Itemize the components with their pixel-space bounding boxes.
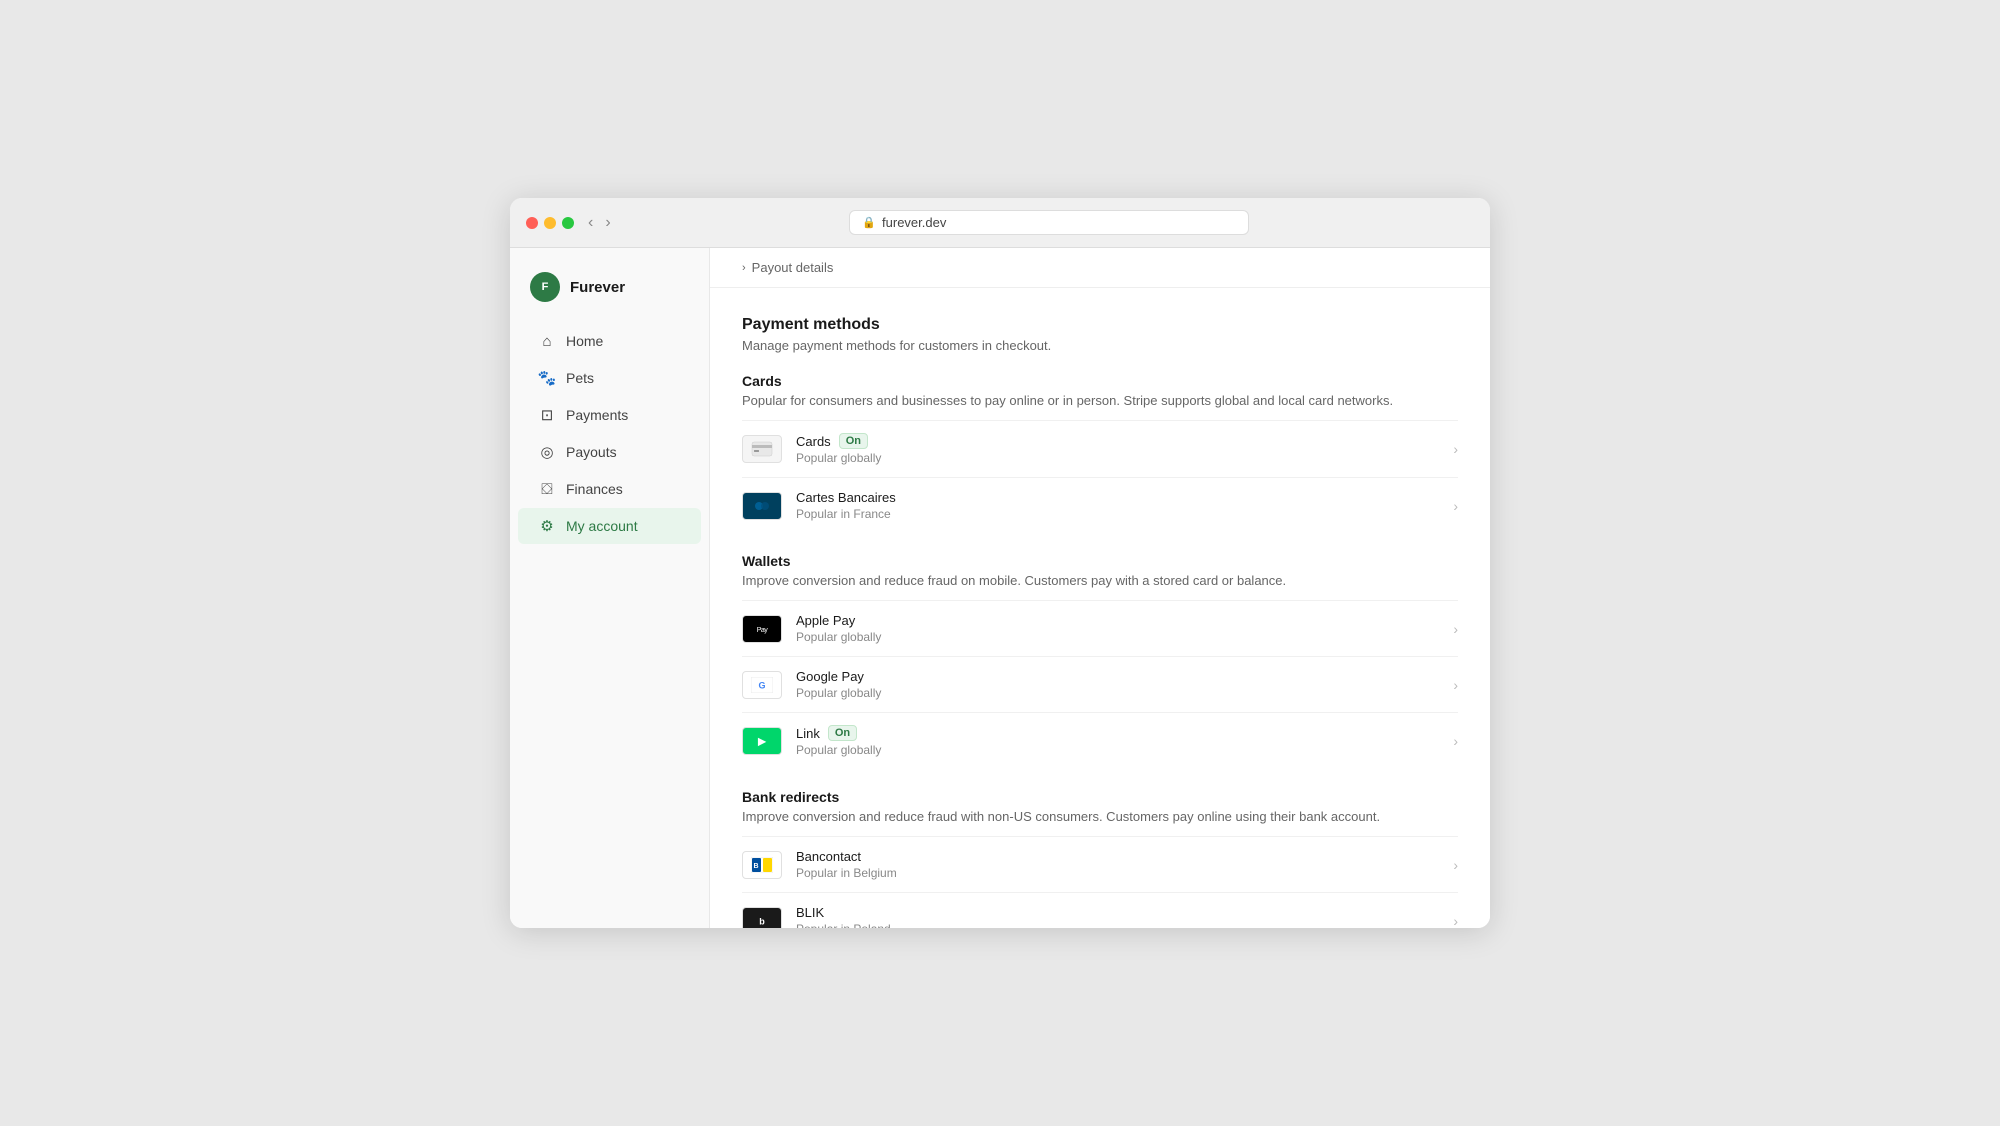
applepay-popularity: Popular globally <box>796 630 1445 644</box>
cartes-popularity: Popular in France <box>796 507 1445 521</box>
cards-chevron-icon: › <box>1453 441 1458 457</box>
sidebar-item-my-account[interactable]: ⚙ My account <box>518 508 701 544</box>
googlepay-popularity: Popular globally <box>796 686 1445 700</box>
sidebar-item-finances-label: Finances <box>566 481 623 497</box>
svg-text:▶: ▶ <box>757 737 767 748</box>
payment-methods-title: Payment methods <box>742 316 1458 334</box>
payment-item-link[interactable]: ▶ Link On Popular globally › <box>742 712 1458 769</box>
logo-initials: F <box>542 281 549 293</box>
bank-redirects-desc: Improve conversion and reduce fraud with… <box>742 809 1458 824</box>
payment-item-bancontact[interactable]: B Bancontact Popular in Belgium › <box>742 836 1458 892</box>
pets-icon: 🐾 <box>538 369 556 387</box>
browser-chrome: ‹ › 🔒 furever.dev <box>510 198 1490 248</box>
close-button[interactable] <box>526 217 538 229</box>
sidebar-item-my-account-label: My account <box>566 518 638 534</box>
lock-icon: 🔒 <box>862 216 876 229</box>
content-inner: Payment methods Manage payment methods f… <box>710 316 1490 928</box>
bancontact-chevron-icon: › <box>1453 857 1458 873</box>
payment-item-googlepay[interactable]: G Google Pay Popular globally › <box>742 656 1458 712</box>
bancontact-popularity: Popular in Belgium <box>796 866 1445 880</box>
minimize-button[interactable] <box>544 217 556 229</box>
bancontact-info: Bancontact Popular in Belgium <box>796 849 1445 880</box>
cards-badge: On <box>839 433 868 449</box>
blik-info: BLIK Popular in Poland <box>796 905 1445 928</box>
cartes-icon <box>742 492 782 520</box>
link-chevron-icon: › <box>1453 733 1458 749</box>
wallets-desc: Improve conversion and reduce fraud on m… <box>742 573 1458 588</box>
nav-arrows: ‹ › <box>586 214 613 232</box>
svg-text:B: B <box>753 863 758 870</box>
googlepay-icon: G <box>742 671 782 699</box>
cartes-chevron-icon: › <box>1453 498 1458 514</box>
sidebar-item-finances[interactable]: ⛋ Finances <box>518 471 701 507</box>
payout-chevron-icon: › <box>742 262 746 274</box>
wallets-title: Wallets <box>742 553 1458 569</box>
applepay-name: Apple Pay <box>796 613 1445 628</box>
blik-name: BLIK <box>796 905 1445 920</box>
bancontact-name: Bancontact <box>796 849 1445 864</box>
my-account-icon: ⚙ <box>538 517 556 535</box>
payout-details-label: Payout details <box>752 260 834 275</box>
browser-window: ‹ › 🔒 furever.dev F Furever ⌂ Home 🐾 Pet… <box>510 198 1490 928</box>
cards-icon <box>742 435 782 463</box>
cards-popularity: Popular globally <box>796 451 1445 465</box>
sidebar-item-payments[interactable]: ⊡ Payments <box>518 397 701 433</box>
app-container: F Furever ⌂ Home 🐾 Pets ⊡ Payments ◎ Pay… <box>510 248 1490 928</box>
googlepay-info: Google Pay Popular globally <box>796 669 1445 700</box>
blik-icon: b <box>742 907 782 929</box>
link-icon: ▶ <box>742 727 782 755</box>
payment-methods-desc: Manage payment methods for customers in … <box>742 338 1458 353</box>
payment-item-applepay[interactable]: Pay Apple Pay Popular globally › <box>742 600 1458 656</box>
sidebar-item-home[interactable]: ⌂ Home <box>518 323 701 359</box>
back-button[interactable]: ‹ <box>586 214 595 232</box>
payouts-icon: ◎ <box>538 443 556 461</box>
payout-details-bar[interactable]: › Payout details <box>710 248 1490 288</box>
payment-item-cartes[interactable]: Cartes Bancaires Popular in France › <box>742 477 1458 533</box>
googlepay-chevron-icon: › <box>1453 677 1458 693</box>
cartes-info: Cartes Bancaires Popular in France <box>796 490 1445 521</box>
sidebar-item-payouts-label: Payouts <box>566 444 617 460</box>
cards-desc: Popular for consumers and businesses to … <box>742 393 1458 408</box>
cards-title: Cards <box>742 373 1458 389</box>
payments-icon: ⊡ <box>538 406 556 424</box>
svg-text:b: b <box>759 916 765 926</box>
bank-redirects-title: Bank redirects <box>742 789 1458 805</box>
sidebar-item-pets[interactable]: 🐾 Pets <box>518 360 701 396</box>
finances-icon: ⛋ <box>538 480 556 498</box>
link-popularity: Popular globally <box>796 743 1445 757</box>
forward-button[interactable]: › <box>603 214 612 232</box>
googlepay-name: Google Pay <box>796 669 1445 684</box>
logo-circle: F <box>530 272 560 302</box>
sidebar: F Furever ⌂ Home 🐾 Pets ⊡ Payments ◎ Pay… <box>510 248 710 928</box>
traffic-lights <box>526 217 574 229</box>
url-text: furever.dev <box>882 215 946 230</box>
blik-popularity: Popular in Poland <box>796 922 1445 928</box>
cards-name: Cards On <box>796 433 1445 449</box>
link-info: Link On Popular globally <box>796 725 1445 757</box>
blik-chevron-icon: › <box>1453 913 1458 929</box>
sidebar-item-payments-label: Payments <box>566 407 628 423</box>
home-icon: ⌂ <box>538 332 556 350</box>
cards-info: Cards On Popular globally <box>796 433 1445 465</box>
svg-text:G: G <box>758 680 765 690</box>
svg-text:Pay: Pay <box>757 627 769 634</box>
applepay-icon: Pay <box>742 615 782 643</box>
payment-methods-section: Payment methods Manage payment methods f… <box>742 316 1458 928</box>
sidebar-item-home-label: Home <box>566 333 603 349</box>
maximize-button[interactable] <box>562 217 574 229</box>
address-bar[interactable]: 🔒 furever.dev <box>849 210 1249 235</box>
link-badge: On <box>828 725 857 741</box>
applepay-chevron-icon: › <box>1453 621 1458 637</box>
payment-item-blik[interactable]: b BLIK Popular in Poland › <box>742 892 1458 928</box>
sidebar-logo: F Furever <box>510 264 709 322</box>
bancontact-icon: B <box>742 851 782 879</box>
payment-item-cards[interactable]: Cards On Popular globally › <box>742 420 1458 477</box>
cartes-name: Cartes Bancaires <box>796 490 1445 505</box>
link-name: Link On <box>796 725 1445 741</box>
sidebar-item-payouts[interactable]: ◎ Payouts <box>518 434 701 470</box>
sidebar-item-pets-label: Pets <box>566 370 594 386</box>
main-content: › Payout details Payment methods Manage … <box>710 248 1490 928</box>
logo-text: Furever <box>570 279 625 296</box>
applepay-info: Apple Pay Popular globally <box>796 613 1445 644</box>
